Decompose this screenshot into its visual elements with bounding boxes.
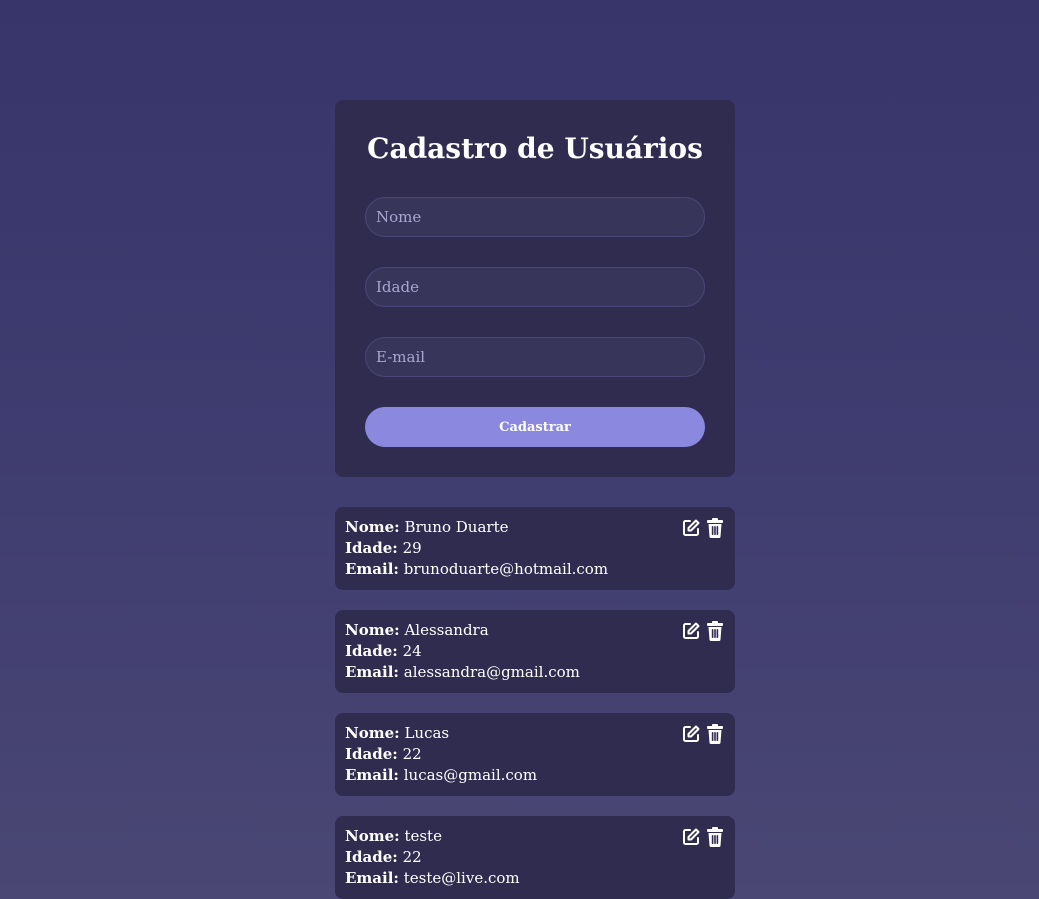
user-nome: Bruno Duarte [404, 518, 509, 536]
trash-icon[interactable] [705, 517, 725, 539]
trash-icon[interactable] [705, 826, 725, 848]
user-nome: Alessandra [404, 621, 489, 639]
user-idade: 24 [402, 642, 422, 660]
form-title: Cadastro de Usuários [367, 132, 703, 165]
nome-label: Nome: [345, 518, 400, 536]
user-card: Nome: Bruno Duarte Idade: 29 Email: brun… [335, 507, 735, 590]
user-email-line: Email: brunoduarte@hotmail.com [345, 559, 725, 580]
email-label: Email: [345, 560, 399, 578]
cadastrar-button[interactable]: Cadastrar [365, 407, 705, 447]
user-card: Nome: teste Idade: 22 Email: teste@live.… [335, 816, 735, 899]
user-email: brunoduarte@hotmail.com [403, 560, 609, 578]
user-idade-line: Idade: 22 [345, 847, 725, 868]
user-nome: teste [404, 827, 442, 845]
edit-icon[interactable] [681, 723, 701, 745]
user-actions [681, 723, 725, 745]
user-card: Nome: Lucas Idade: 22 Email: lucas@gmail… [335, 713, 735, 796]
user-idade: 22 [402, 848, 422, 866]
user-nome-line: Nome: teste [345, 826, 725, 847]
user-actions [681, 620, 725, 642]
user-nome-line: Nome: Bruno Duarte [345, 517, 725, 538]
registration-form: Cadastro de Usuários Cadastrar [335, 100, 735, 477]
user-actions [681, 826, 725, 848]
user-nome-line: Nome: Alessandra [345, 620, 725, 641]
user-email-line: Email: lucas@gmail.com [345, 765, 725, 786]
edit-icon[interactable] [681, 826, 701, 848]
email-label: Email: [345, 663, 399, 681]
user-idade: 22 [402, 745, 422, 763]
nome-input[interactable] [365, 197, 705, 237]
idade-label: Idade: [345, 539, 398, 557]
user-nome: Lucas [404, 724, 450, 742]
user-actions [681, 517, 725, 539]
nome-label: Nome: [345, 621, 400, 639]
user-idade-line: Idade: 22 [345, 744, 725, 765]
idade-label: Idade: [345, 848, 398, 866]
trash-icon[interactable] [705, 723, 725, 745]
edit-icon[interactable] [681, 517, 701, 539]
email-label: Email: [345, 766, 399, 784]
nome-label: Nome: [345, 724, 400, 742]
idade-label: Idade: [345, 642, 398, 660]
user-email-line: Email: alessandra@gmail.com [345, 662, 725, 683]
idade-input[interactable] [365, 267, 705, 307]
user-nome-line: Nome: Lucas [345, 723, 725, 744]
user-email: alessandra@gmail.com [403, 663, 580, 681]
user-email-line: Email: teste@live.com [345, 868, 725, 889]
idade-label: Idade: [345, 745, 398, 763]
user-card: Nome: Alessandra Idade: 24 Email: alessa… [335, 610, 735, 693]
user-email: lucas@gmail.com [403, 766, 538, 784]
trash-icon[interactable] [705, 620, 725, 642]
edit-icon[interactable] [681, 620, 701, 642]
user-idade-line: Idade: 29 [345, 538, 725, 559]
nome-label: Nome: [345, 827, 400, 845]
user-idade: 29 [402, 539, 422, 557]
user-email: teste@live.com [403, 869, 520, 887]
email-input[interactable] [365, 337, 705, 377]
email-label: Email: [345, 869, 399, 887]
user-idade-line: Idade: 24 [345, 641, 725, 662]
